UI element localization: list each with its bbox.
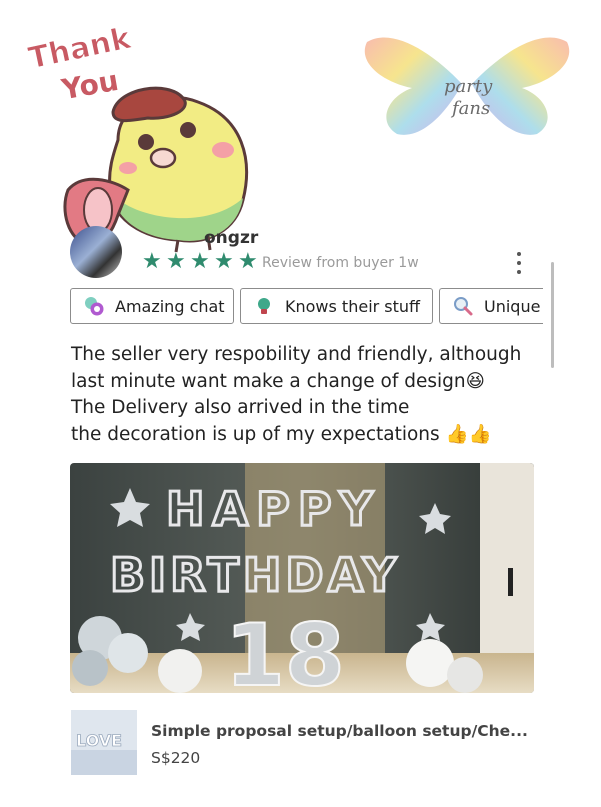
- tag-unique[interactable]: Unique: [439, 288, 543, 324]
- tag-knows-their-stuff[interactable]: Knows their stuff: [240, 288, 433, 324]
- scrollbar[interactable]: [551, 262, 554, 368]
- review-photo[interactable]: HAPPY BIRTHDAY 18: [70, 463, 534, 693]
- magnifier-icon: [454, 297, 473, 316]
- star-icon: ★: [166, 249, 186, 274]
- more-options-icon[interactable]: [512, 252, 526, 274]
- avatar[interactable]: [70, 226, 122, 278]
- sticker-thank-text: Thank: [26, 21, 135, 77]
- chat-bubbles-icon: [85, 297, 104, 316]
- tag-amazing-chat[interactable]: Amazing chat: [70, 288, 234, 324]
- photo-balloon-birthday: BIRTHDAY: [110, 548, 400, 602]
- star-icon: ★: [214, 249, 234, 274]
- star-icon: ★: [190, 249, 210, 274]
- logo-party-text: party: [444, 76, 493, 97]
- review-meta: Review from buyer 1w: [262, 255, 419, 271]
- star-icon: ★: [142, 249, 162, 274]
- lightbulb-icon: [258, 298, 270, 314]
- review-line: the decoration is up of my expectations …: [71, 423, 492, 445]
- tag-label: Unique: [484, 296, 541, 316]
- party-fans-logo: party fans: [352, 22, 582, 152]
- product-price: S$220: [151, 749, 201, 767]
- product-thumbnail[interactable]: LOVE: [71, 710, 137, 775]
- thumb-love-text: LOVE: [76, 731, 122, 750]
- reviewer-username[interactable]: ongzr: [204, 228, 258, 248]
- review-line: The Delivery also arrived in the time: [71, 397, 410, 418]
- photo-balloon-happy: HAPPY: [166, 482, 381, 536]
- review-line: last minute want make a change of design…: [71, 370, 485, 392]
- review-line: The seller very respobility and friendly…: [71, 344, 522, 365]
- review-text: The seller very respobility and friendly…: [71, 342, 551, 448]
- photo-balloon-number: 18: [225, 606, 345, 693]
- star-icon: ★: [238, 249, 258, 274]
- product-title[interactable]: Simple proposal setup/balloon setup/Che.…: [151, 722, 528, 740]
- star-rating: ★ ★ ★ ★ ★: [142, 251, 260, 273]
- logo-fans-text: fans: [452, 98, 491, 119]
- tag-label: Knows their stuff: [285, 296, 421, 316]
- tag-label: Amazing chat: [115, 296, 225, 316]
